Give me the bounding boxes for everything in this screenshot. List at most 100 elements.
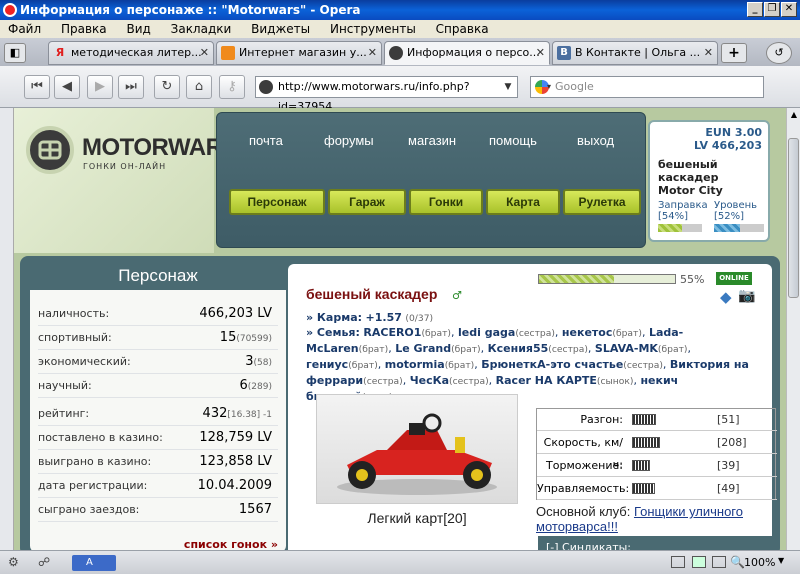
camera-icon[interactable]: 📷: [738, 288, 755, 304]
nav-forums-link[interactable]: форумы: [324, 133, 374, 148]
close-button[interactable]: ✕: [781, 2, 797, 17]
wand-icon[interactable]: ⚷: [219, 75, 245, 99]
family-member-link[interactable]: гениус: [306, 358, 348, 371]
motorwars-logo-icon[interactable]: [26, 126, 74, 174]
nav-garage-button[interactable]: Гараж: [328, 189, 406, 215]
menu-tools[interactable]: Инструменты: [322, 20, 424, 38]
stat-value-main: 6: [239, 378, 248, 393]
family-relation: (сестра): [515, 328, 555, 339]
search-field[interactable]: Google: [530, 76, 764, 98]
back-icon[interactable]: ◀: [54, 75, 80, 99]
stat-label: рейтинг:: [38, 407, 90, 420]
car-stats-table: Разгон: [51] Скорость, км/ч: [208] Торможени…: [536, 408, 777, 500]
shop-icon: [221, 46, 235, 60]
close-tab-icon[interactable]: ✕: [368, 42, 377, 64]
karma-label: » Карма:: [306, 311, 363, 324]
menu-edit[interactable]: Правка: [53, 20, 115, 38]
address-field[interactable]: http://www.motorwars.ru/info.php?id=3795…: [255, 76, 518, 113]
karma-value: +1.57: [365, 311, 402, 324]
family-member-link[interactable]: RACERO1: [363, 326, 421, 339]
minimize-button[interactable]: _: [747, 2, 763, 17]
tools-icon[interactable]: ⚙: [8, 555, 19, 569]
status-bar: ⚙ ☍ A 🔍 100% ▼: [0, 550, 800, 574]
zoom-dropdown-icon[interactable]: ▼: [778, 556, 784, 565]
family-member-link[interactable]: ЧесКа: [410, 374, 449, 387]
club-link-line2[interactable]: моторварса!!!: [536, 519, 618, 534]
nav-shop-link[interactable]: магазин: [408, 133, 456, 148]
nav-mail-link[interactable]: почта: [249, 133, 283, 148]
share-icon[interactable]: ☍: [38, 555, 50, 569]
user-city[interactable]: Motor City: [658, 184, 723, 197]
panel-icon[interactable]: [671, 556, 685, 568]
family-member-link[interactable]: БрюнеткА-это счастье: [481, 358, 623, 371]
maximize-button[interactable]: ❐: [764, 2, 780, 17]
family-member-link[interactable]: ledi gaga: [458, 326, 515, 339]
vertical-scrollbar[interactable]: ▲: [786, 108, 800, 550]
stat-label: дата регистрации:: [38, 479, 148, 492]
view-icon[interactable]: [712, 556, 726, 568]
menu-view[interactable]: Вид: [118, 20, 158, 38]
address-dropdown-icon[interactable]: ▼: [500, 77, 516, 97]
menu-file[interactable]: Файл: [0, 20, 49, 38]
side-panel-strip[interactable]: [0, 108, 14, 550]
nav-map-button[interactable]: Карта: [486, 189, 560, 215]
closed-tabs-icon[interactable]: ↺: [766, 42, 792, 64]
zoom-icon[interactable]: 🔍: [730, 555, 745, 569]
tab-label: Информация о персо...: [407, 46, 540, 59]
tab-vkontakte[interactable]: В В Контакте | Ольга ... ✕: [552, 41, 718, 65]
user-name-line2[interactable]: каскадер: [658, 171, 719, 184]
stat-value: 1567: [239, 498, 272, 523]
stat-value-sub: (70599): [236, 334, 272, 344]
tab-label: Интернет магазин у...: [239, 46, 367, 59]
tab-label: методическая литер...: [71, 46, 202, 59]
user-name-line1[interactable]: бешеный: [658, 158, 718, 171]
club-link-line1[interactable]: Гонщики уличного: [634, 504, 743, 519]
family-member-link[interactable]: SLAVA-MK: [595, 342, 658, 355]
stat-label: поставлено в казино:: [38, 431, 163, 444]
family-member-link[interactable]: motormia: [385, 358, 445, 371]
family-member-link[interactable]: некетос: [562, 326, 612, 339]
nav-character-button[interactable]: Персонаж: [229, 189, 325, 215]
stat-row: спортивный: 15(70599): [38, 326, 278, 350]
car-name[interactable]: Легкий карт[20]: [316, 510, 518, 526]
close-tab-icon[interactable]: ✕: [704, 42, 713, 64]
panel-toggle-button[interactable]: ◧: [4, 43, 26, 63]
turbo-icon[interactable]: A: [72, 555, 116, 571]
home-icon[interactable]: ⌂: [186, 75, 212, 99]
search-engine-dropdown-icon[interactable]: ▾: [547, 77, 555, 97]
rewind-icon[interactable]: ⏮: [24, 75, 50, 99]
stat-row: поставлено в казино: 128,759 LV: [38, 426, 278, 450]
stat-value: 432[16.38] -1: [203, 402, 272, 427]
reload-icon[interactable]: ↻: [154, 75, 180, 99]
fastforward-icon[interactable]: ⏭: [118, 75, 144, 99]
menu-widgets[interactable]: Виджеты: [243, 20, 318, 38]
family-member-link[interactable]: Ксения55: [488, 342, 549, 355]
diamond-icon[interactable]: ◆: [720, 288, 732, 306]
tab-methodical[interactable]: Я методическая литер... ✕: [48, 41, 214, 65]
nav-roulette-button[interactable]: Рулетка: [563, 189, 641, 215]
zoom-level[interactable]: 100%: [744, 556, 775, 569]
image-icon[interactable]: [692, 556, 706, 568]
car-stat-bar: [632, 437, 660, 448]
new-tab-button[interactable]: +: [721, 43, 747, 63]
nav-exit-link[interactable]: выход: [577, 133, 614, 148]
menu-help[interactable]: Справка: [428, 20, 497, 38]
races-list-link[interactable]: список гонок »: [184, 538, 278, 550]
nav-races-button[interactable]: Гонки: [409, 189, 483, 215]
close-tab-icon[interactable]: ✕: [200, 42, 209, 64]
forward-icon[interactable]: ▶: [87, 75, 113, 99]
tab-character-info[interactable]: Информация о персо... ✕: [384, 41, 550, 65]
stat-value: 3(58): [245, 350, 272, 375]
family-member-link[interactable]: Racer НА КАРТЕ: [496, 374, 597, 387]
scroll-thumb[interactable]: [788, 138, 799, 298]
family-member-link[interactable]: Le Grand: [395, 342, 451, 355]
syndicates-header[interactable]: [-] Синдикаты:: [538, 536, 772, 550]
menu-bookmarks[interactable]: Закладки: [163, 20, 240, 38]
car-stat-value: [208]: [717, 436, 747, 449]
family-relation: (сестра): [623, 360, 663, 371]
tab-shop[interactable]: Интернет магазин у... ✕: [216, 41, 382, 65]
scroll-up-icon[interactable]: ▲: [789, 110, 799, 120]
close-tab-icon[interactable]: ✕: [536, 42, 545, 64]
family-relation: (сынок): [596, 376, 634, 387]
nav-help-link[interactable]: помощь: [489, 133, 537, 148]
